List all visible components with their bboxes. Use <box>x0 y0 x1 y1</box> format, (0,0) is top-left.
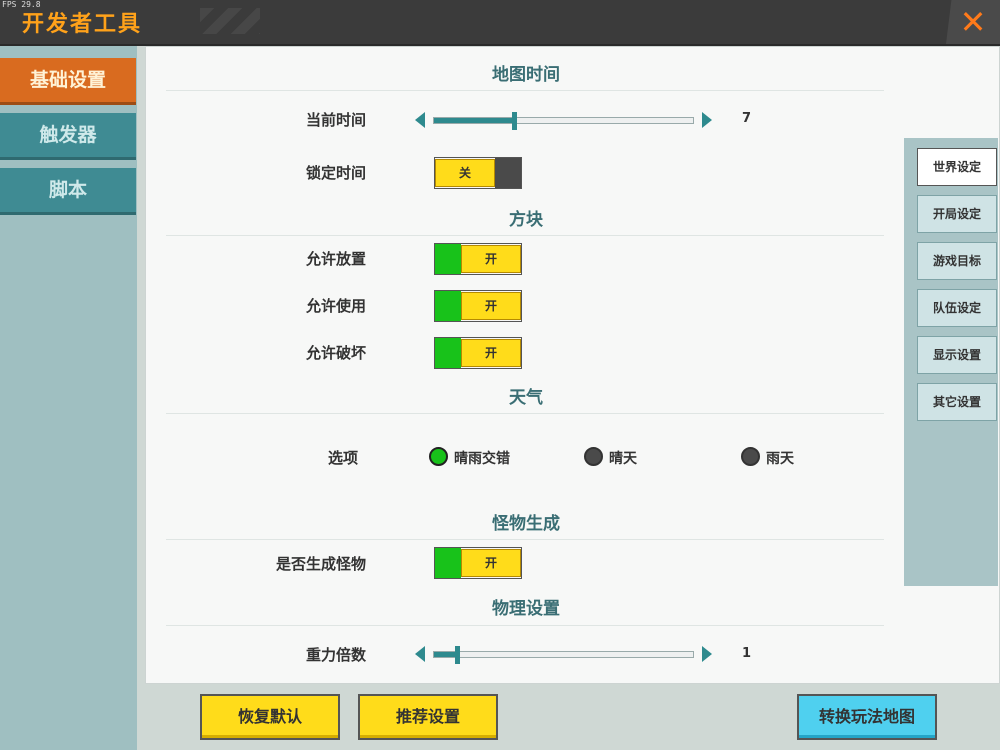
tab-team-settings[interactable]: 队伍设定 <box>917 289 997 327</box>
divider <box>166 235 884 236</box>
section-weather: 天气 <box>509 388 543 408</box>
left-sidebar: 基础设置 触发器 脚本 <box>0 46 137 750</box>
tab-other-settings[interactable]: 其它设置 <box>917 383 997 421</box>
tab-display-settings[interactable]: 显示设置 <box>917 336 997 374</box>
tab-start-settings[interactable]: 开局设定 <box>917 195 997 233</box>
section-map-time: 地图时间 <box>492 65 560 85</box>
toggle-on-area <box>435 291 461 321</box>
current-time-slider[interactable] <box>411 110 716 130</box>
gravity-slider[interactable] <box>411 644 716 664</box>
radio-selected-icon <box>429 447 448 466</box>
restore-default-button[interactable]: 恢复默认 <box>200 694 340 740</box>
toggle-on-area <box>435 548 461 578</box>
tab-world-settings[interactable]: 世界设定 <box>917 148 997 186</box>
radio-label: 晴天 <box>609 451 637 467</box>
page-title: 开发者工具 <box>22 12 143 37</box>
allow-use-toggle[interactable]: 开 <box>434 290 522 322</box>
current-time-value: 7 <box>742 111 752 126</box>
nav-basic-settings[interactable]: 基础设置 <box>0 58 136 102</box>
allow-place-toggle[interactable]: 开 <box>434 243 522 275</box>
allow-use-label: 允许使用 <box>305 297 366 315</box>
toggle-on-area <box>435 244 461 274</box>
spawn-monsters-label: 是否生成怪物 <box>275 555 366 573</box>
divider <box>166 539 884 540</box>
toggle-knob: 开 <box>461 245 521 273</box>
radio-label: 雨天 <box>766 451 794 467</box>
right-tab-bar: 世界设定 开局设定 游戏目标 队伍设定 显示设置 其它设置 <box>904 138 998 586</box>
section-blocks: 方块 <box>509 210 543 230</box>
title-bar: FPS 29.8 开发者工具 ✕ <box>0 0 1000 46</box>
weather-radio-mixed[interactable]: 晴雨交错 <box>429 447 510 468</box>
toggle-knob: 关 <box>435 159 495 187</box>
slider-thumb[interactable] <box>455 646 461 664</box>
gravity-label: 重力倍数 <box>305 646 366 664</box>
slider-left-arrow-icon[interactable] <box>415 646 425 662</box>
radio-label: 晴雨交错 <box>454 451 510 467</box>
spawn-monsters-toggle[interactable]: 开 <box>434 547 522 579</box>
toggle-knob: 开 <box>461 339 521 367</box>
divider <box>166 625 884 626</box>
allow-place-label: 允许放置 <box>305 250 366 268</box>
toggle-knob: 开 <box>461 292 521 320</box>
radio-unselected-icon <box>741 447 760 466</box>
allow-break-toggle[interactable]: 开 <box>434 337 522 369</box>
tab-game-goal[interactable]: 游戏目标 <box>917 242 997 280</box>
lock-time-toggle[interactable]: 关 <box>434 157 522 189</box>
allow-break-label: 允许破坏 <box>305 344 366 362</box>
slider-right-arrow-icon[interactable] <box>702 646 712 662</box>
lock-time-label: 锁定时间 <box>305 164 366 182</box>
toggle-on-area <box>435 338 461 368</box>
slider-track[interactable] <box>433 112 694 130</box>
recommend-settings-button[interactable]: 推荐设置 <box>358 694 498 740</box>
divider <box>166 90 884 91</box>
title-bar-decoration <box>200 8 260 34</box>
gravity-value: 1 <box>742 646 752 661</box>
switch-map-mode-button[interactable]: 转换玩法地图 <box>797 694 937 740</box>
section-physics: 物理设置 <box>492 599 560 619</box>
toggle-knob: 开 <box>461 549 521 577</box>
slider-fill <box>434 118 515 123</box>
slider-left-arrow-icon[interactable] <box>415 112 425 128</box>
slider-fill <box>434 652 458 657</box>
slider-track[interactable] <box>433 646 694 664</box>
slider-thumb[interactable] <box>512 112 518 130</box>
weather-option-label: 选项 <box>327 449 358 467</box>
section-monsters: 怪物生成 <box>492 514 560 534</box>
weather-radio-sunny[interactable]: 晴天 <box>584 447 637 468</box>
toggle-off-area <box>495 158 521 188</box>
divider <box>166 413 884 414</box>
settings-panel: 地图时间 当前时间 7 锁定时间 关 方块 允许放置 开 允许使用 开 允许破坏… <box>145 46 1000 684</box>
close-icon[interactable]: ✕ <box>946 0 1000 44</box>
weather-radio-rainy[interactable]: 雨天 <box>741 447 794 468</box>
slider-right-arrow-icon[interactable] <box>702 112 712 128</box>
radio-unselected-icon <box>584 447 603 466</box>
nav-scripts[interactable]: 脚本 <box>0 168 136 212</box>
current-time-label: 当前时间 <box>305 111 366 129</box>
nav-triggers[interactable]: 触发器 <box>0 113 136 157</box>
